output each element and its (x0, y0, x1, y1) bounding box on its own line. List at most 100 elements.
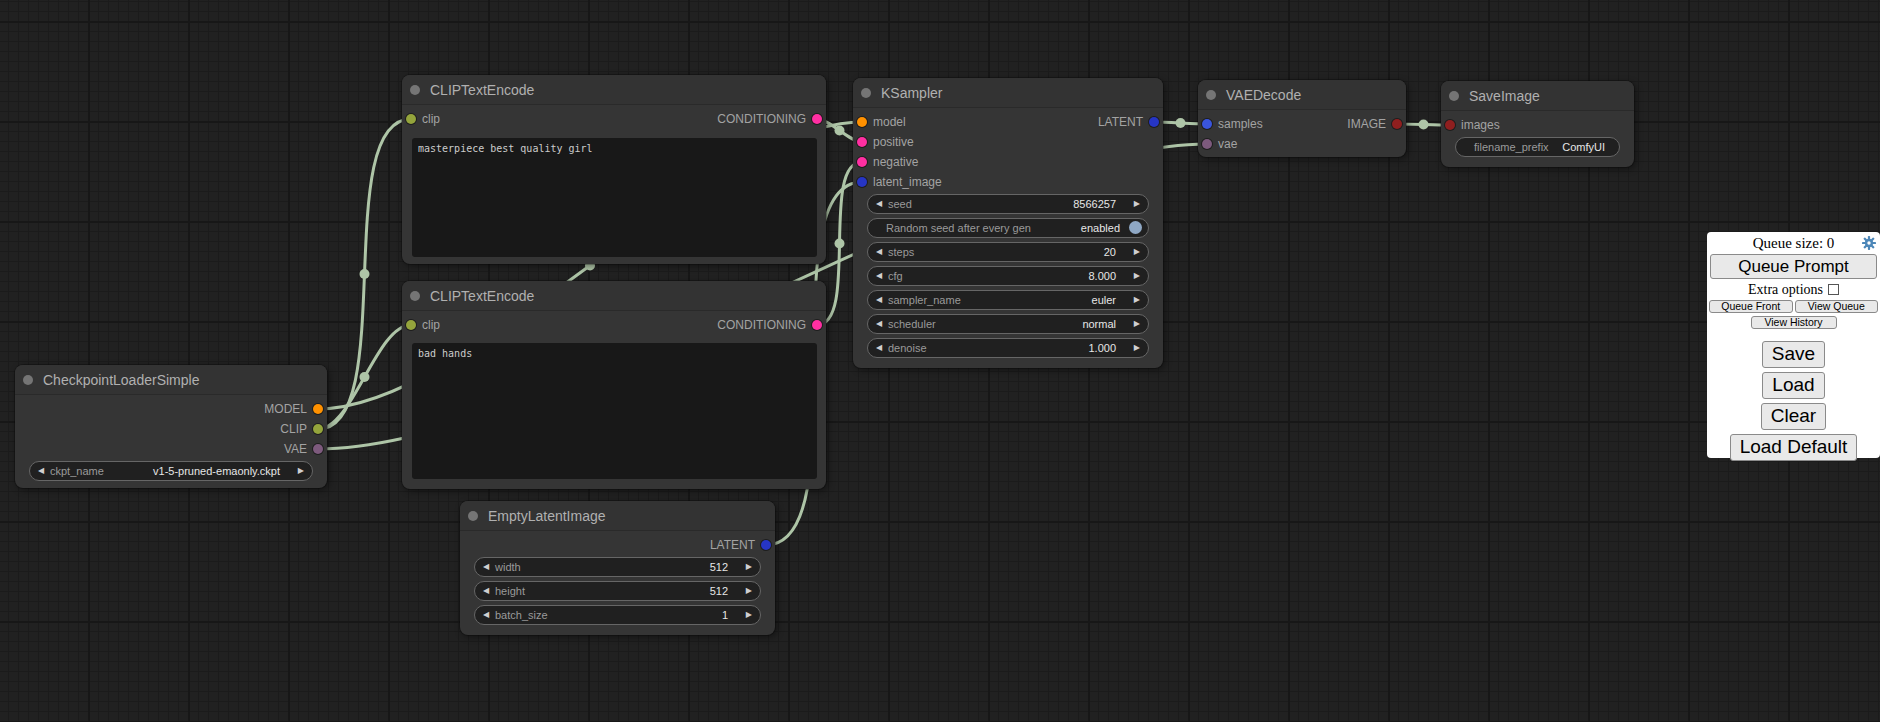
input-dot-images[interactable] (1445, 120, 1455, 130)
settings-gear-icon[interactable] (1862, 236, 1876, 250)
toggle-dot[interactable] (1129, 221, 1142, 234)
decrement-arrow-icon[interactable]: ◀ (876, 339, 882, 357)
widget-label: batch_size (495, 606, 548, 624)
increment-arrow-icon[interactable]: ▶ (1134, 195, 1140, 213)
widget-label: Random seed after every gen (886, 219, 1031, 237)
node-collapse-dot[interactable] (1206, 90, 1216, 100)
increment-arrow-icon[interactable]: ▶ (1134, 315, 1140, 333)
decrement-arrow-icon[interactable]: ◀ (483, 558, 489, 576)
node-title-bar[interactable]: CLIPTextEncode (402, 75, 826, 105)
output-dot-CLIP[interactable] (313, 424, 323, 434)
increment-arrow-icon[interactable]: ▶ (298, 462, 304, 480)
input-dot-latent_image[interactable] (857, 177, 867, 187)
output-label: VAE (284, 439, 307, 459)
input-label: clip (422, 315, 440, 335)
node-title: KSampler (881, 85, 942, 101)
increment-arrow-icon[interactable]: ▶ (1134, 339, 1140, 357)
widget-scheduler[interactable]: ◀▶schedulernormal (867, 314, 1149, 334)
clear-button[interactable]: Clear (1761, 403, 1826, 430)
widget-value: 1.000 (1088, 339, 1116, 357)
widget-steps[interactable]: ◀▶steps20 (867, 242, 1149, 262)
widget-width[interactable]: ◀▶width512 (474, 557, 761, 577)
output-dot-VAE[interactable] (313, 444, 323, 454)
queue-prompt-button[interactable]: Queue Prompt (1710, 254, 1877, 279)
node-title-bar[interactable]: SaveImage (1441, 81, 1634, 111)
widget-cfg[interactable]: ◀▶cfg8.000 (867, 266, 1149, 286)
vae-decode-node[interactable]: VAEDecodesamplesvaeIMAGE (1198, 80, 1406, 157)
node-collapse-dot[interactable] (1449, 91, 1459, 101)
input-dot-clip[interactable] (406, 114, 416, 124)
decrement-arrow-icon[interactable]: ◀ (876, 315, 882, 333)
node-title-bar[interactable]: VAEDecode (1198, 80, 1406, 110)
decrement-arrow-icon[interactable]: ◀ (483, 606, 489, 624)
widget-label: width (495, 558, 521, 576)
node-title-bar[interactable]: EmptyLatentImage (460, 501, 775, 531)
extra-options-checkbox[interactable] (1828, 284, 1839, 295)
widget-seed[interactable]: ◀▶seed8566257 (867, 194, 1149, 214)
widget-ckpt_name[interactable]: ◀▶ckpt_namev1-5-pruned-emaonly.ckpt (29, 461, 313, 481)
prompt-textarea[interactable]: bad hands (412, 343, 817, 479)
node-title-bar[interactable]: CLIPTextEncode (402, 281, 826, 311)
checkpoint-loader-node[interactable]: CheckpointLoaderSimpleMODELCLIPVAE◀▶ckpt… (15, 365, 327, 488)
decrement-arrow-icon[interactable]: ◀ (876, 291, 882, 309)
widget-denoise[interactable]: ◀▶denoise1.000 (867, 338, 1149, 358)
node-collapse-dot[interactable] (861, 88, 871, 98)
increment-arrow-icon[interactable]: ▶ (1134, 243, 1140, 261)
view-queue-button[interactable]: View Queue (1795, 300, 1879, 313)
output-dot-IMAGE[interactable] (1392, 119, 1402, 129)
widget-Random seed after every gen[interactable]: Random seed after every genenabled (867, 218, 1149, 238)
prompt-textarea[interactable]: masterpiece best quality girl (412, 138, 817, 257)
widget-height[interactable]: ◀▶height512 (474, 581, 761, 601)
decrement-arrow-icon[interactable]: ◀ (876, 267, 882, 285)
widget-label: cfg (888, 267, 903, 285)
decrement-arrow-icon[interactable]: ◀ (876, 243, 882, 261)
widget-value: ComfyUI (1562, 138, 1605, 156)
comfyui-canvas[interactable]: { "canvas": { "bg": "#212121", "link_col… (0, 0, 1880, 722)
widget-sampler_name[interactable]: ◀▶sampler_nameeuler (867, 290, 1149, 310)
decrement-arrow-icon[interactable]: ◀ (876, 195, 882, 213)
load-button[interactable]: Load (1762, 372, 1824, 399)
ksampler-node[interactable]: KSamplermodelpositivenegativelatent_imag… (853, 78, 1163, 368)
widget-label: height (495, 582, 525, 600)
widget-label: steps (888, 243, 914, 261)
clip-text-encode-negative-node[interactable]: CLIPTextEncodeclipCONDITIONINGbad hands (402, 281, 826, 489)
node-collapse-dot[interactable] (410, 85, 420, 95)
increment-arrow-icon[interactable]: ▶ (1134, 291, 1140, 309)
input-dot-positive[interactable] (857, 137, 867, 147)
load-default-button[interactable]: Load Default (1730, 434, 1858, 461)
node-collapse-dot[interactable] (468, 511, 478, 521)
input-dot-model[interactable] (857, 117, 867, 127)
increment-arrow-icon[interactable]: ▶ (1134, 267, 1140, 285)
node-title-bar[interactable]: KSampler (853, 78, 1163, 108)
output-dot-CONDITIONING[interactable] (812, 320, 822, 330)
view-history-button[interactable]: View History (1751, 316, 1837, 329)
output-dot-MODEL[interactable] (313, 404, 323, 414)
widget-filename_prefix[interactable]: filename_prefixComfyUI (1455, 137, 1620, 157)
decrement-arrow-icon[interactable]: ◀ (483, 582, 489, 600)
save-button[interactable]: Save (1762, 341, 1825, 368)
queue-front-button[interactable]: Queue Front (1709, 300, 1793, 313)
input-dot-negative[interactable] (857, 157, 867, 167)
empty-latent-image-node[interactable]: EmptyLatentImageLATENT◀▶width512◀▶height… (460, 501, 775, 635)
input-dot-samples[interactable] (1202, 119, 1212, 129)
decrement-arrow-icon[interactable]: ◀ (38, 462, 44, 480)
input-dot-clip[interactable] (406, 320, 416, 330)
queue-size-label: Queue size: 0 (1707, 232, 1880, 252)
input-label: vae (1218, 134, 1237, 154)
output-dot-LATENT[interactable] (1149, 117, 1159, 127)
input-dot-vae[interactable] (1202, 139, 1212, 149)
widget-label: seed (888, 195, 912, 213)
save-image-node[interactable]: SaveImageimagesfilename_prefixComfyUI (1441, 81, 1634, 167)
node-title-bar[interactable]: CheckpointLoaderSimple (15, 365, 327, 395)
output-dot-LATENT[interactable] (761, 540, 771, 550)
increment-arrow-icon[interactable]: ▶ (746, 582, 752, 600)
node-collapse-dot[interactable] (410, 291, 420, 301)
increment-arrow-icon[interactable]: ▶ (746, 606, 752, 624)
output-dot-CONDITIONING[interactable] (812, 114, 822, 124)
output-label: IMAGE (1347, 114, 1386, 134)
increment-arrow-icon[interactable]: ▶ (746, 558, 752, 576)
widget-batch_size[interactable]: ◀▶batch_size1 (474, 605, 761, 625)
clip-text-encode-positive-node[interactable]: CLIPTextEncodeclipCONDITIONINGmasterpiec… (402, 75, 826, 264)
node-collapse-dot[interactable] (23, 375, 33, 385)
widget-label: scheduler (888, 315, 936, 333)
